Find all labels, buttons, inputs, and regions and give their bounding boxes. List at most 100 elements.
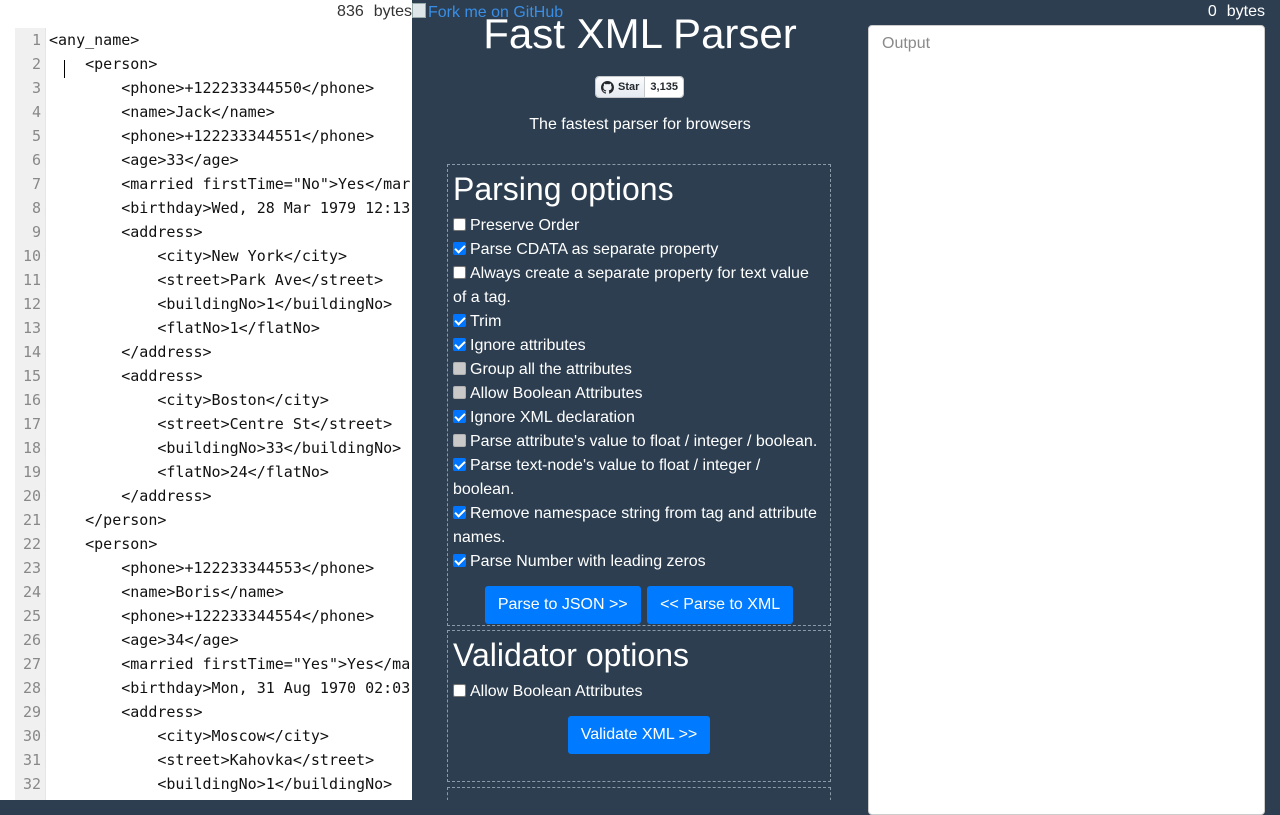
parsing-option-label: Always create a separate property for te…	[453, 265, 809, 306]
code-text: <phone>+122233344550</phone>	[49, 79, 375, 97]
code-line: 19 <flatNo>24</flatNo>	[15, 460, 412, 484]
github-star-button[interactable]: Star	[596, 77, 645, 97]
line-number: 22	[22, 535, 41, 553]
code-line: 29 <address>	[15, 700, 412, 724]
line-number: 17	[22, 415, 41, 433]
validator-options-list: Allow Boolean Attributes	[453, 680, 825, 704]
parsing-option: Parse Number with leading zeros	[453, 550, 825, 574]
code-line: 13 <flatNo>1</flatNo>	[15, 316, 412, 340]
code-text: <married firstTime="No">Yes</married>	[121, 175, 412, 193]
parsing-option-label: Remove namespace string from tag and att…	[453, 505, 817, 546]
code-line: 12 <buildingNo>1</buildingNo>	[15, 292, 412, 316]
parsing-checkbox[interactable]	[453, 266, 466, 279]
parsing-option-label: Group all the attributes	[470, 361, 632, 378]
code-text: </address>	[49, 487, 212, 505]
parsing-option-label: Parse CDATA as separate property	[470, 241, 719, 258]
xml-input-editor[interactable]: 1 <any_name> 2 <person> 3 <phone>+122233344…	[15, 28, 412, 800]
code-line: 28 <birthday>Mon, 31 Aug 1970 02:03:04 +…	[15, 676, 412, 700]
code-text: <flatNo>24</flatNo>	[49, 463, 329, 481]
code-line: 1 <any_name>	[15, 28, 412, 52]
code-text: <person>	[49, 535, 158, 553]
code-text: <city>Moscow</city>	[49, 727, 329, 745]
line-number: 27	[22, 655, 41, 673]
line-number: 9	[31, 223, 41, 241]
validate-xml-button[interactable]: Validate XML >>	[567, 716, 711, 754]
output-textarea[interactable]: Output	[868, 25, 1265, 815]
code-text: <any_name>	[49, 31, 140, 49]
code-text: <age>33</age>	[49, 151, 239, 169]
line-number: 6	[31, 151, 41, 169]
line-number: 24	[22, 583, 41, 601]
output-byte-unit: bytes	[1226, 3, 1265, 20]
code-text: <city>Boston</city>	[49, 391, 329, 409]
parsing-checkbox[interactable]	[453, 506, 466, 519]
parsing-option-label: Parse Number with leading zeros	[470, 553, 706, 570]
output-byte-counter: 0 bytes	[1208, 0, 1265, 24]
star-label: Star	[618, 81, 640, 93]
code-text: <name>Jack</name>	[49, 103, 275, 121]
code-text: <street>Centre St</street>	[49, 415, 393, 433]
parsing-checkbox[interactable]	[453, 338, 466, 351]
parsing-checkbox[interactable]	[453, 218, 466, 231]
line-number: 23	[22, 559, 41, 577]
github-star-widget[interactable]: Star 3,135	[595, 76, 684, 98]
parsing-checkbox[interactable]	[453, 242, 466, 255]
code-line: 14 </address>	[15, 340, 412, 364]
parsing-option-label: Parse attribute's value to float / integ…	[470, 433, 818, 450]
validator-checkbox[interactable]	[453, 684, 466, 697]
parsing-option: Ignore attributes	[453, 334, 825, 358]
code-text: <address>	[49, 367, 203, 385]
line-number: 18	[22, 439, 41, 457]
parsing-checkbox	[453, 434, 466, 447]
line-number: 1	[31, 31, 41, 49]
code-line: 24 <name>Boris</name>	[15, 580, 412, 604]
line-number: 29	[22, 703, 41, 721]
code-text: <street>Park Ave</street>	[49, 271, 384, 289]
input-byte-unit: bytes	[373, 3, 412, 20]
line-number: 15	[22, 367, 41, 385]
code-line: 18 <buildingNo>33</buildingNo>	[15, 436, 412, 460]
input-byte-count: 836	[337, 3, 364, 20]
parse-button-row: Parse to JSON >> << Parse to XML	[453, 586, 825, 624]
parsing-options-title: Parsing options	[453, 171, 674, 207]
parsing-option: Ignore XML declaration	[453, 406, 825, 430]
next-section	[447, 787, 831, 800]
line-number: 7	[31, 175, 41, 193]
code-text: <age>34</age>	[49, 631, 239, 649]
parsing-checkbox[interactable]	[453, 554, 466, 567]
parsing-checkbox[interactable]	[453, 314, 466, 327]
tagline: The fastest parser for browsers	[529, 116, 751, 133]
parse-to-json-button[interactable]: Parse to JSON >>	[484, 586, 641, 624]
code-line: 16 <city>Boston</city>	[15, 388, 412, 412]
code-text: <buildingNo>1</buildingNo>	[49, 295, 393, 313]
line-number: 31	[22, 751, 41, 769]
parsing-checkbox	[453, 362, 466, 375]
parsing-option-label: Ignore XML declaration	[470, 409, 635, 426]
code-line: 31 <street>Kahovka</street>	[15, 748, 412, 772]
code-text: <address>	[49, 223, 203, 241]
code-text: <phone>+122233344551</phone>	[49, 127, 375, 145]
parse-to-xml-button[interactable]: << Parse to XML	[647, 586, 794, 624]
parsing-option: Allow Boolean Attributes	[453, 382, 825, 406]
input-pane: 836 bytes 1 <any_name> 2 <person> 3 <phone>+…	[0, 0, 412, 800]
parsing-option: Trim	[453, 310, 825, 334]
code-line: 4 <name>Jack</name>	[15, 100, 412, 124]
parsing-checkbox[interactable]	[453, 458, 466, 471]
code-text: <phone>+122233344554</phone>	[49, 607, 375, 625]
input-byte-counter: 836 bytes	[337, 0, 412, 24]
code-line: 5 <phone>+122233344551</phone>	[15, 124, 412, 148]
star-count[interactable]: 3,135	[644, 77, 683, 97]
code-text: <address>	[49, 703, 203, 721]
code-line: 2 <person>	[15, 52, 412, 76]
code-text: <married firstTime="Yes">Yes</married>	[121, 655, 412, 673]
code-line: 17 <street>Centre St</street>	[15, 412, 412, 436]
line-number: 2	[31, 55, 41, 73]
parsing-option: Group all the attributes	[453, 358, 825, 382]
code-line: 25 <phone>+122233344554</phone>	[15, 604, 412, 628]
code-line: 15 <address>	[15, 364, 412, 388]
code-lines: 1 <any_name> 2 <person> 3 <phone>+122233344…	[15, 28, 412, 796]
parsing-checkbox[interactable]	[453, 410, 466, 423]
parsing-option-label: Trim	[470, 313, 502, 330]
line-number: 26	[22, 631, 41, 649]
code-text: <person>	[49, 55, 158, 73]
